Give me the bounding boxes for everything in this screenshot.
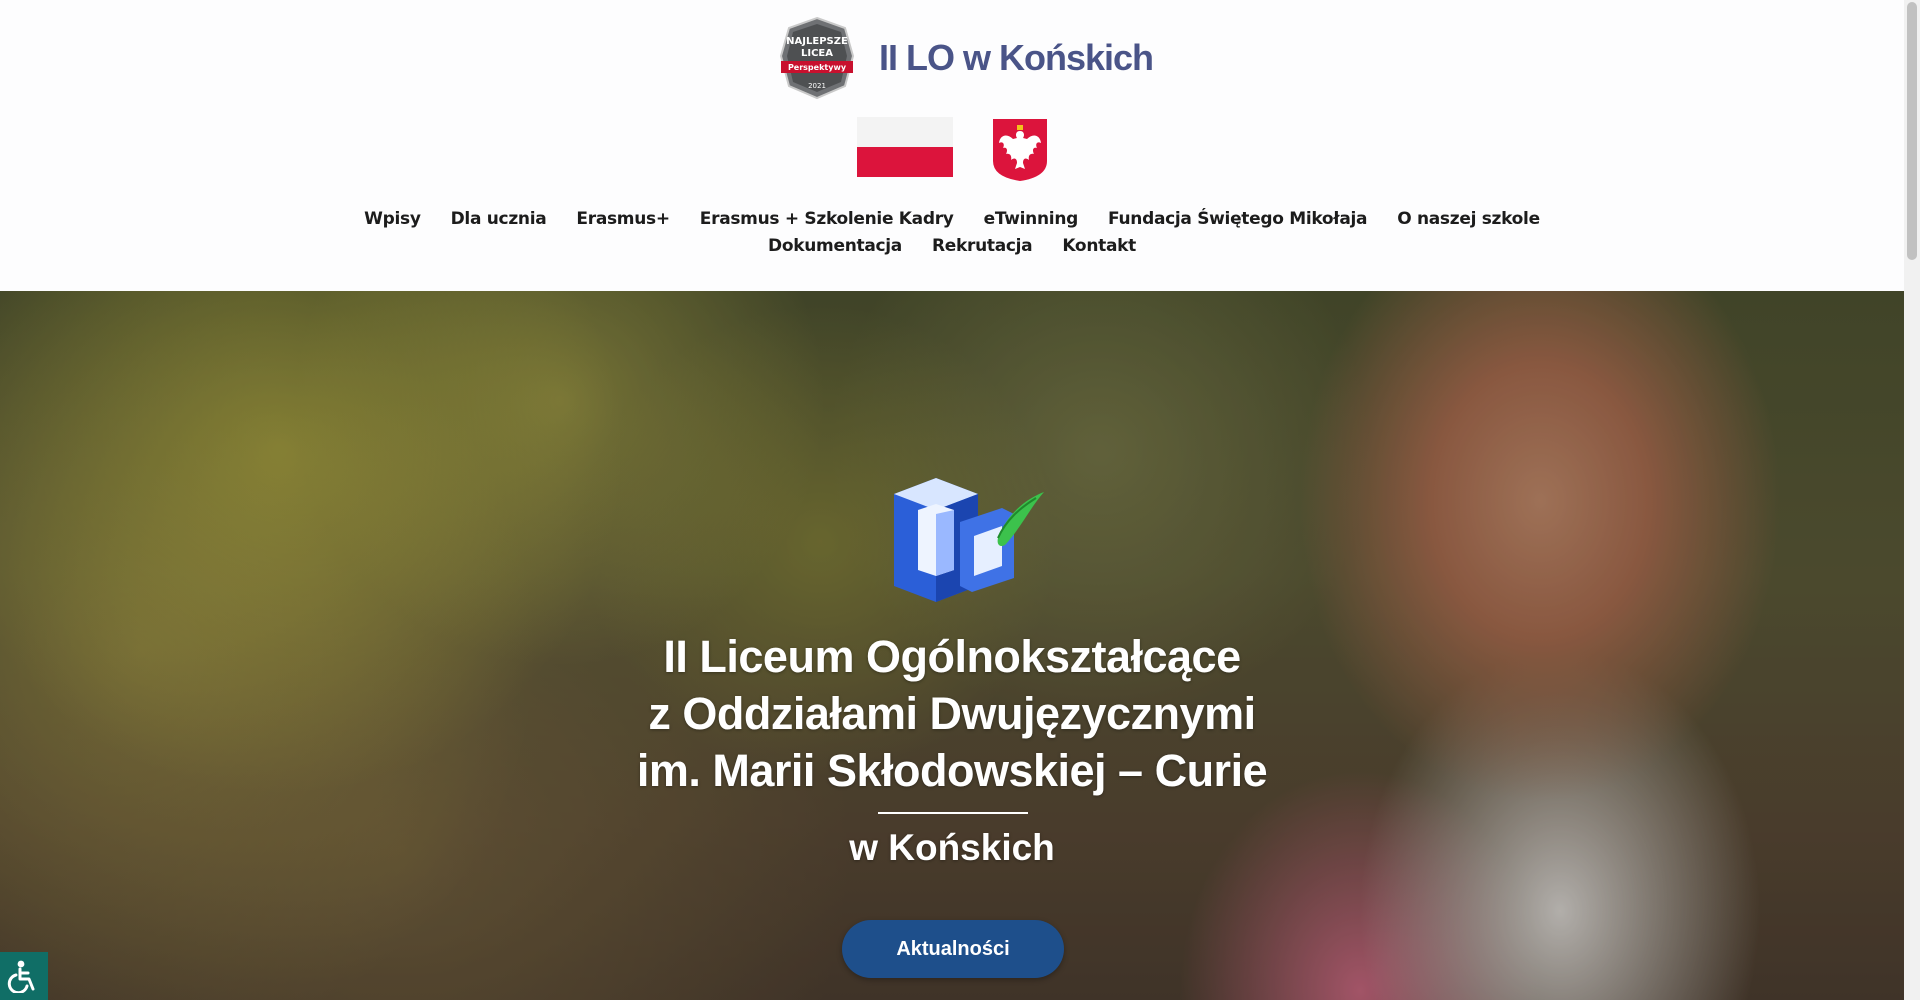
nav-item-erasmus[interactable]: Erasmus+	[576, 209, 670, 229]
badge-line2: LICEA	[801, 48, 833, 59]
poland-flag	[857, 117, 953, 177]
polish-eagle-emblem	[993, 119, 1047, 181]
nav-item-kontakt[interactable]: Kontakt	[1062, 236, 1136, 256]
school-name-line-3: im. Marii Skłodowskiej – Curie	[636, 745, 1268, 796]
page-scrollbar[interactable]	[1904, 0, 1920, 1000]
nav-item-etwinning[interactable]: eTwinning	[984, 209, 1079, 229]
badge-ribbon: Perspektywy	[788, 63, 847, 72]
wheelchair-icon	[7, 960, 35, 993]
nav-item-dla-ucznia[interactable]: Dla ucznia	[451, 209, 547, 229]
badge-line1: NAJLEPSZE	[786, 36, 848, 47]
scrollbar-thumb[interactable]	[1907, 2, 1917, 260]
school-name-line-2: z Oddziałami Dwujęzycznymi	[648, 688, 1256, 739]
nav-item-rekrutacja[interactable]: Rekrutacja	[932, 236, 1033, 256]
hero-banner: II Liceum Ogólnokształcące z Oddziałami …	[0, 291, 1904, 1000]
main-navigation: Wpisy Dla ucznia Erasmus+ Erasmus + Szko…	[0, 205, 1904, 259]
nav-item-wpisy[interactable]: Wpisy	[364, 209, 421, 229]
school-logo	[894, 478, 1044, 602]
nav-row-1: Wpisy Dla ucznia Erasmus+ Erasmus + Szko…	[0, 205, 1904, 232]
school-location: w Końskich	[849, 827, 1055, 868]
title-divider	[878, 812, 1028, 814]
school-name-line-1: II Liceum Ogólnokształcące	[663, 631, 1241, 682]
site-header: NAJLEPSZE LICEA Perspektywy 2021 II LO w…	[0, 0, 1904, 291]
brand: NAJLEPSZE LICEA Perspektywy 2021 II LO w…	[775, 16, 1154, 100]
nav-item-fundacja[interactable]: Fundacja Świętego Mikołaja	[1108, 209, 1367, 229]
nav-item-o-naszej-szkole[interactable]: O naszej szkole	[1397, 209, 1540, 229]
nav-item-erasmus-szkolenie-kadry[interactable]: Erasmus + Szkolenie Kadry	[700, 209, 954, 229]
badge-year: 2021	[808, 82, 826, 90]
aktualnosci-button[interactable]: Aktualności	[842, 920, 1064, 978]
najlepsze-licea-badge: NAJLEPSZE LICEA Perspektywy 2021	[779, 16, 855, 100]
site-title[interactable]: II LO w Końskich	[879, 37, 1154, 79]
nav-item-dokumentacja[interactable]: Dokumentacja	[768, 236, 902, 256]
school-name-heading: II Liceum Ogólnokształcące z Oddziałami …	[0, 628, 1904, 799]
nav-row-2: Dokumentacja Rekrutacja Kontakt	[0, 232, 1904, 259]
accessibility-button[interactable]	[0, 952, 48, 1000]
